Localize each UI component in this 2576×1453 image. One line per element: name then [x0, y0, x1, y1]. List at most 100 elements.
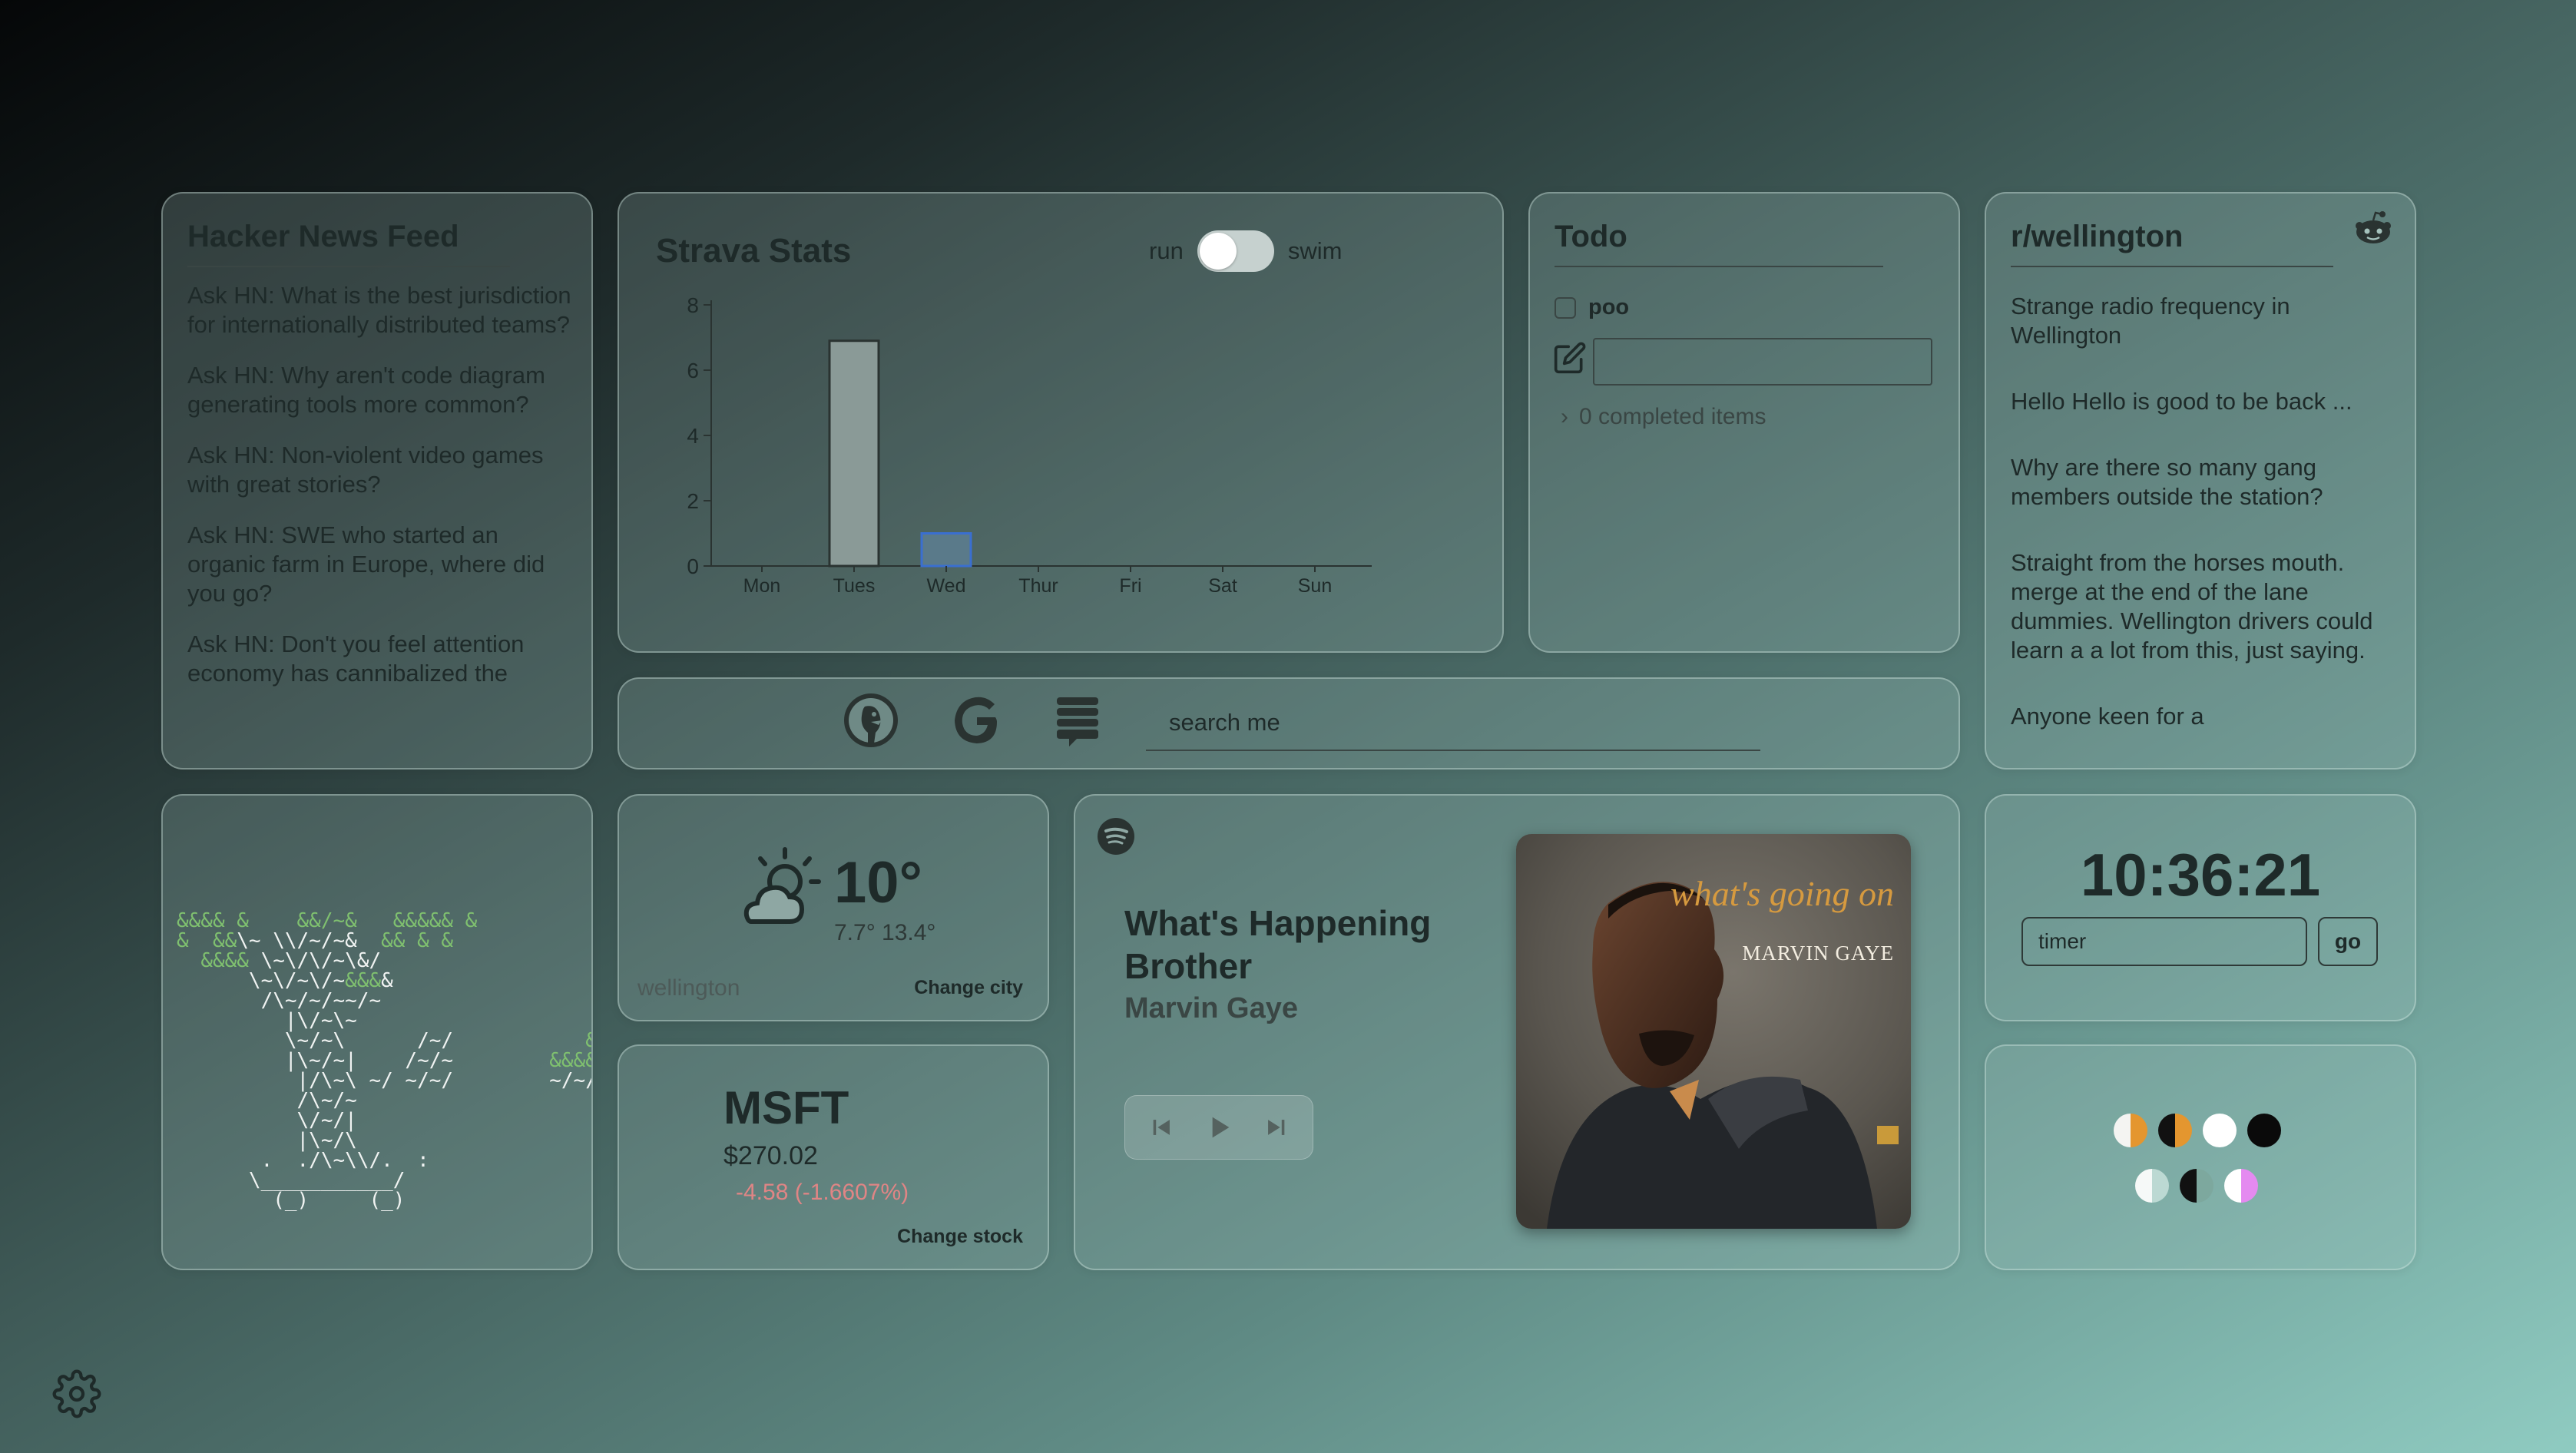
y-tick-label: 4 — [687, 424, 699, 448]
play-icon[interactable] — [1204, 1112, 1234, 1143]
todo-card: Todo poo › 0 completed items — [1528, 192, 1960, 653]
stock-card: MSFT $270.02 -4.58 (-1.6607%) Change sto… — [618, 1044, 1049, 1270]
clock-card: 10:36:21 go — [1985, 794, 2416, 1021]
swatch-half — [2114, 1114, 2131, 1147]
strava-title: Strava Stats — [656, 232, 852, 270]
swatch-half — [2264, 1114, 2281, 1147]
reddit-card: r/wellington Strange radio frequency in … — [1985, 192, 2416, 770]
theme-swatch[interactable] — [2203, 1114, 2237, 1147]
x-tick-label: Thur — [1018, 575, 1058, 597]
stock-symbol: MSFT — [723, 1082, 849, 1134]
todo-checkbox[interactable] — [1555, 296, 1576, 319]
weather-card: 10° 7.7° 13.4° wellington Change city — [618, 794, 1049, 1021]
todo-title: Todo — [1555, 220, 1627, 253]
reddit-post-list: Strange radio frequency in Wellington He… — [2011, 292, 2387, 768]
swatch-half — [2247, 1114, 2264, 1147]
bar-tues — [828, 339, 880, 568]
temperature: 10° — [834, 850, 922, 915]
theme-picker-card — [1985, 1044, 2416, 1270]
swatch-half — [2241, 1169, 2258, 1203]
y-tick-label: 8 — [687, 293, 699, 317]
theme-swatch[interactable] — [2247, 1114, 2281, 1147]
hacker-news-title: Hacker News Feed — [187, 220, 459, 253]
spotify-icon[interactable] — [1097, 817, 1135, 856]
temperature-range: 7.7° 13.4° — [834, 920, 936, 945]
track-artist: Marvin Gaye — [1124, 992, 1298, 1024]
swatch-half — [2175, 1114, 2192, 1147]
album-art: what's going on MARVIN GAYE — [1516, 834, 1911, 1229]
edit-icon[interactable] — [1553, 341, 1587, 375]
todo-item: poo — [1555, 295, 1629, 320]
x-tick-label: Wed — [927, 575, 966, 597]
timer-input[interactable] — [2021, 917, 2307, 966]
toggle-label-run: run — [1149, 237, 1184, 264]
completed-items-label: 0 completed items — [1579, 404, 1766, 429]
x-tick-label: Fri — [1119, 575, 1141, 597]
theme-swatch[interactable] — [2158, 1114, 2192, 1147]
strava-card: Strava Stats run swim 0 2 4 6 8 Mon Tues Wed Thu… — [618, 192, 1504, 653]
toggle-knob — [1199, 233, 1237, 270]
strava-bar-chart: 0 2 4 6 8 Mon Tues Wed Thur Fri Sat Sun — [687, 293, 1372, 597]
album-artist-text: MARVIN GAYE — [1742, 942, 1894, 965]
partly-cloudy-icon — [743, 847, 821, 924]
duckduckgo-icon[interactable] — [842, 691, 900, 750]
reddit-post[interactable]: Straight from the horses mouth. merge at… — [2011, 548, 2387, 665]
activity-toggle-group: run swim — [1149, 230, 1342, 272]
y-tick-label: 6 — [687, 359, 699, 382]
timer-go-button[interactable]: go — [2318, 917, 2378, 966]
x-tick-label: Tues — [833, 575, 876, 597]
hacker-news-list: Ask HN: What is the best jurisdiction fo… — [187, 281, 571, 710]
completed-items-toggle[interactable]: › 0 completed items — [1561, 404, 1766, 430]
hacker-news-card: Hacker News Feed Ask HN: What is the bes… — [161, 192, 593, 770]
search-engine-list — [842, 691, 1101, 750]
gear-icon[interactable] — [52, 1369, 101, 1418]
swatch-half — [2203, 1114, 2220, 1147]
theme-swatch[interactable] — [2114, 1114, 2147, 1147]
theme-swatch[interactable] — [2180, 1169, 2213, 1203]
swatch-half — [2224, 1169, 2241, 1203]
new-todo-input[interactable] — [1593, 338, 1932, 386]
previous-track-icon[interactable] — [1149, 1114, 1175, 1140]
reddit-post[interactable]: Strange radio frequency in Wellington — [2011, 292, 2387, 350]
google-icon[interactable] — [948, 691, 1006, 750]
reddit-post[interactable]: Why are there so many gang members outsi… — [2011, 453, 2387, 511]
swatch-half — [2158, 1114, 2175, 1147]
player-controls — [1124, 1095, 1313, 1160]
ascii-bonsai-art: &&&& & &&/~& &&&&& & & &&\~ \\/~/~& && &… — [177, 909, 591, 1212]
news-item[interactable]: Ask HN: What is the best jurisdiction fo… — [187, 281, 571, 339]
search-input[interactable] — [1146, 696, 1760, 751]
search-card — [618, 677, 1960, 770]
reddit-post[interactable]: Hello Hello is good to be back ... — [2011, 387, 2387, 416]
swatch-half — [2180, 1169, 2197, 1203]
news-item[interactable]: Ask HN: Don't you feel attention economy… — [187, 630, 571, 688]
title-divider — [1555, 266, 1883, 267]
reddit-post[interactable]: Anyone keen for a — [2011, 702, 2387, 731]
stack-overflow-icon[interactable] — [1054, 691, 1101, 750]
x-tick-label: Mon — [743, 575, 781, 597]
theme-swatch[interactable] — [2224, 1169, 2258, 1203]
activity-toggle[interactable] — [1197, 230, 1274, 272]
reddit-icon[interactable] — [2353, 210, 2393, 246]
theme-row — [2114, 1114, 2281, 1147]
change-stock-button[interactable]: Change stock — [897, 1226, 1023, 1248]
album-title-text: what's going on — [1670, 874, 1894, 913]
swatch-half — [2220, 1114, 2237, 1147]
swatch-half — [2197, 1169, 2213, 1203]
news-item[interactable]: Ask HN: SWE who started an organic farm … — [187, 521, 571, 608]
news-item[interactable]: Ask HN: Non-violent video games with gre… — [187, 441, 571, 499]
change-city-button[interactable]: Change city — [914, 977, 1023, 999]
bar-wed — [920, 532, 972, 568]
theme-row — [2135, 1169, 2258, 1203]
theme-swatch[interactable] — [2135, 1169, 2169, 1203]
y-tick-label: 0 — [687, 554, 699, 578]
city-name: wellington — [637, 975, 740, 1001]
reddit-title: r/wellington — [2011, 220, 2184, 253]
swatch-half — [2135, 1169, 2152, 1203]
toggle-label-swim: swim — [1287, 237, 1343, 264]
next-track-icon[interactable] — [1263, 1114, 1289, 1140]
title-divider — [2011, 266, 2333, 267]
todo-item-label: poo — [1588, 295, 1630, 319]
track-title: What's Happening Brother — [1124, 903, 1432, 986]
news-item[interactable]: Ask HN: Why aren't code diagram generati… — [187, 361, 571, 419]
clock-time: 10:36:21 — [2080, 841, 2321, 909]
